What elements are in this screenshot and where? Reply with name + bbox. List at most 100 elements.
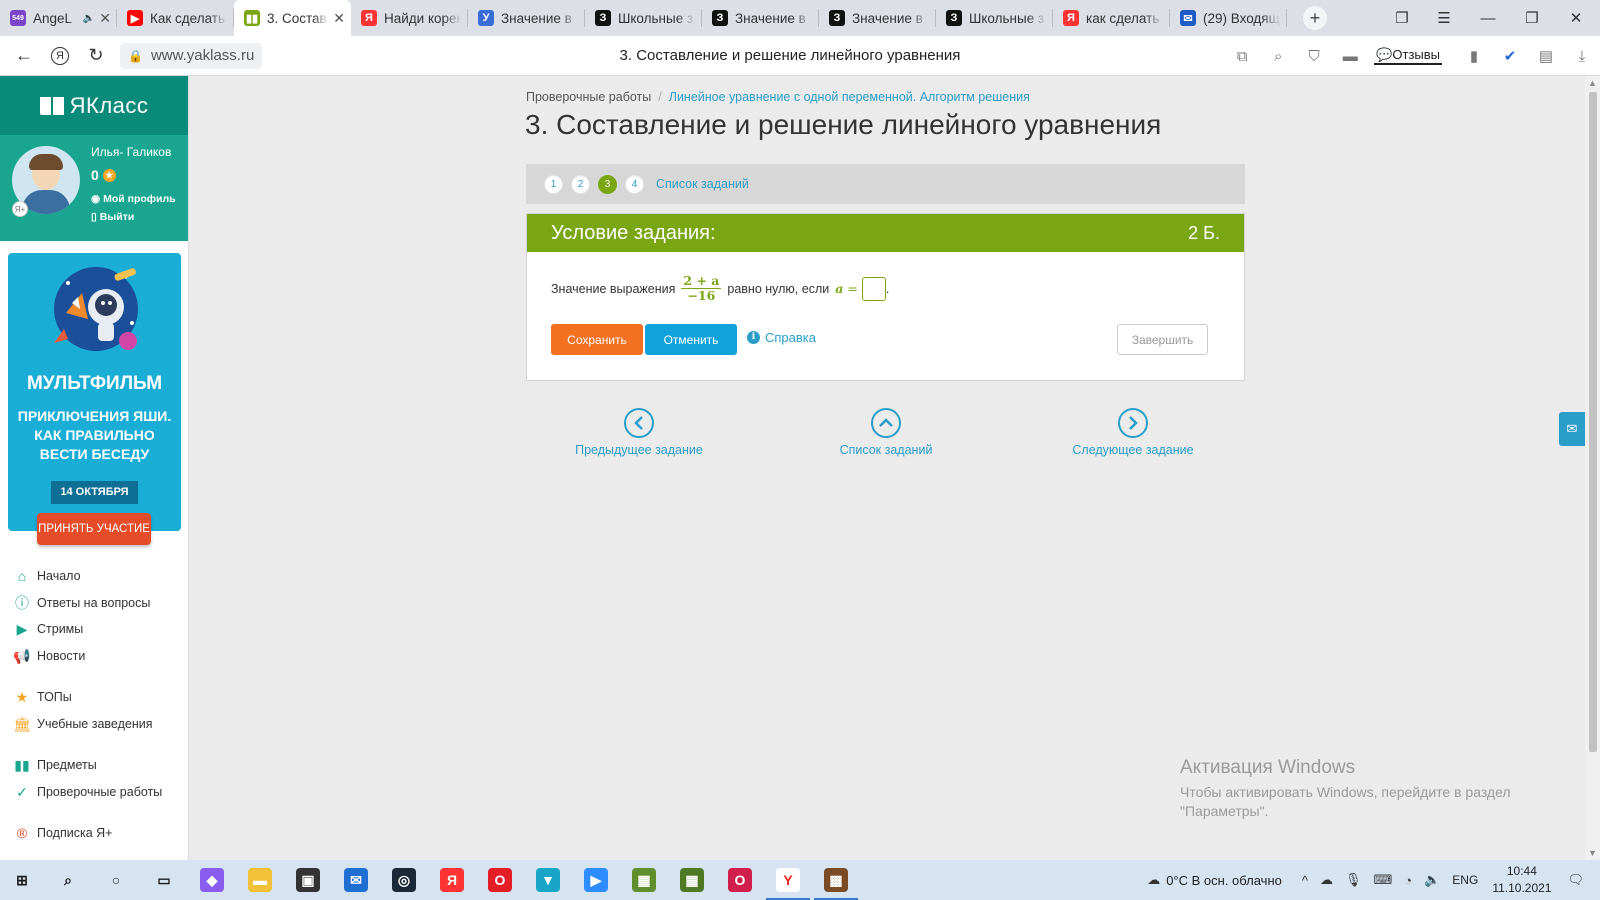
extension-icon[interactable]: ✔ [1492, 47, 1528, 65]
address-bar: ← Я ↻ 🔒 www.yaklass.ru 3. Составление и р… [0, 36, 1600, 76]
copy-icon[interactable]: ⧉ [1224, 48, 1260, 65]
chevron-up-icon[interactable]: ^ [1302, 873, 1308, 888]
tab-favicon-icon: ✉ [1180, 10, 1196, 26]
speaker-icon[interactable]: 🔈 [83, 13, 95, 24]
next-task-link[interactable]: Следующее задание [1033, 408, 1233, 457]
taskbar-store[interactable]: ▣ [284, 860, 332, 900]
taskbar-windows-start[interactable]: ⊞ [0, 860, 44, 900]
answer-input[interactable] [861, 276, 886, 301]
taskbar-minecraft-2[interactable]: ▦ [668, 860, 716, 900]
sidebar-item-streams[interactable]: ▶ Стримы [13, 618, 84, 640]
breadcrumb-current[interactable]: Линейное уравнение с одной переменной. А… [669, 90, 1030, 104]
taskbar-yandex-browser[interactable]: Y [764, 860, 812, 900]
sidebar-item-answers[interactable]: ⓘ Ответы на вопросы [13, 592, 150, 614]
help-link[interactable]: i Справка [747, 330, 816, 345]
browser-tab[interactable]: ▮▮ 3. Составл ✕ [234, 0, 351, 36]
save-button[interactable]: Сохранить [551, 324, 643, 355]
finish-button[interactable]: Завершить [1117, 324, 1208, 355]
close-window-button[interactable]: ✕ [1554, 0, 1598, 36]
weather-text[interactable]: 0°C В осн. облачно [1166, 873, 1282, 888]
sidebar-item-home[interactable]: ⌂ Начало [13, 565, 81, 587]
browser-tab[interactable]: З Школьные з [585, 0, 702, 36]
taskbar-mail[interactable]: ✉ [332, 860, 380, 900]
taskbar-cortana[interactable]: ○ [92, 860, 140, 900]
user-name[interactable]: Илья- Галиков [91, 145, 171, 159]
taskbar-file-explorer[interactable]: ▬ [236, 860, 284, 900]
taskbar-app-box[interactable]: ▩ [812, 860, 860, 900]
sidebar-item-tops[interactable]: ★ ТОПы [13, 686, 72, 708]
reviews-button[interactable]: 💬Отзывы [1374, 47, 1442, 65]
close-tab-icon[interactable]: ✕ [99, 10, 111, 27]
prev-task-link[interactable]: Предыдущее задание [539, 408, 739, 457]
browser-tab[interactable]: 549 AngeL 🔈 ✕ [0, 0, 117, 36]
bookmark-icon[interactable]: ▮ [1456, 47, 1492, 65]
task-list-nav-link[interactable]: Список заданий [786, 408, 986, 457]
browser-tab[interactable]: Якак сделать [1053, 0, 1170, 36]
taskbar-task-view[interactable]: ▭ [140, 860, 188, 900]
browser-tab[interactable]: ✉ (29) Входящ [1170, 0, 1287, 36]
collections-icon[interactable]: ❐ [1380, 0, 1424, 36]
logout-link[interactable]: ▯ Выйти [91, 211, 134, 223]
language-switch-icon[interactable]: ⌨ [1373, 872, 1392, 888]
step-2[interactable]: 2 [571, 174, 590, 194]
taskbar-zoom[interactable]: ▶ [572, 860, 620, 900]
taskbar-opera-gx[interactable]: O [716, 860, 764, 900]
reload-icon[interactable]: ↻ [78, 38, 114, 74]
chevron-right-icon [1118, 408, 1148, 438]
menu-icon[interactable]: ☰ [1422, 0, 1466, 36]
taskbar-yandex-y[interactable]: Я [428, 860, 476, 900]
input-language[interactable]: ENG [1452, 873, 1478, 887]
sidebar-item-tests[interactable]: ✓ Проверочные работы [13, 781, 162, 803]
logo[interactable]: ЯКласс [0, 76, 188, 135]
vpn-icon: ▼ [536, 868, 560, 892]
taskbar-opera[interactable]: O [476, 860, 524, 900]
onedrive-icon[interactable]: ☁ [1320, 872, 1333, 888]
weather-icon[interactable]: ☁ [1147, 872, 1160, 888]
browser-tab[interactable]: З Значение в [702, 0, 819, 36]
taskbar-steam[interactable]: ◎ [380, 860, 428, 900]
yandex-icon[interactable]: Я [42, 38, 78, 74]
sidebar-item-subjects[interactable]: ▮▮ Предметы [13, 754, 96, 776]
sidebar-item-subscription[interactable]: ® Подписка Я+ [13, 822, 113, 844]
step-1[interactable]: 1 [544, 174, 563, 194]
browser-tab[interactable]: ▶ Как сделать [117, 0, 234, 36]
profile-link[interactable]: ◉ Мой профиль [91, 193, 176, 205]
chat-icon[interactable]: ▬ [1332, 48, 1368, 65]
taskbar-app-purple[interactable]: ◆ [188, 860, 236, 900]
browser-tab[interactable]: З Школьные з [936, 0, 1053, 36]
search-icon[interactable]: ⌕ [1260, 48, 1296, 65]
browser-tab[interactable]: ЯНайди корень [351, 0, 468, 36]
microphone-icon[interactable]: 🎙 [1345, 872, 1362, 888]
adblock-icon[interactable]: ⛉ [1296, 48, 1332, 65]
wifi-icon[interactable]: ◔ [1404, 873, 1412, 888]
taskbar-search[interactable]: ⌕ [44, 860, 92, 900]
browser-tab[interactable]: З Значение в [819, 0, 936, 36]
breadcrumb-root[interactable]: Проверочные работы [526, 90, 651, 104]
clock[interactable]: 10:44 11.10.2021 [1492, 863, 1551, 897]
back-arrow-icon[interactable]: ← [6, 38, 42, 74]
join-button[interactable]: ПРИНЯТЬ УЧАСТИЕ [37, 513, 151, 545]
browser-tab[interactable]: У Значение в [468, 0, 585, 36]
download-icon[interactable]: ⤓ [1564, 48, 1600, 65]
volume-icon[interactable]: 🔈 [1424, 872, 1440, 888]
new-tab-button[interactable]: + [1303, 6, 1327, 30]
step-4[interactable]: 4 [625, 174, 644, 194]
minimize-button[interactable]: — [1466, 0, 1510, 36]
task-list-link[interactable]: Список заданий [656, 177, 749, 191]
close-tab-icon[interactable]: ✕ [333, 10, 345, 27]
taskbar-vpn[interactable]: ▼ [524, 860, 572, 900]
scrollbar[interactable]: ▲ ▼ [1585, 76, 1600, 860]
sidebar-item-schools[interactable]: 🏛 Учебные заведения [13, 713, 152, 735]
feedback-mail-icon[interactable]: ✉ [1559, 412, 1585, 446]
taskbar-minecraft-1[interactable]: ▦ [620, 860, 668, 900]
promo-banner[interactable]: МУЛЬТФИЛЬМ ПРИКЛЮЧЕНИЯ ЯШИ. КАК ПРАВИЛЬН… [8, 253, 181, 531]
url-field[interactable]: 🔒 www.yaklass.ru [120, 42, 263, 69]
cancel-button[interactable]: Отменить [645, 324, 737, 355]
notifications-icon[interactable]: 🗨 [1567, 872, 1584, 888]
step-3[interactable]: 3 [598, 174, 617, 194]
app-purple-icon: ◆ [200, 868, 224, 892]
collections-icon[interactable]: ▤ [1528, 47, 1564, 65]
star-icon: ★ [15, 688, 29, 705]
restore-button[interactable]: ❐ [1510, 0, 1554, 36]
sidebar-item-news[interactable]: 📢 Новости [13, 645, 85, 667]
